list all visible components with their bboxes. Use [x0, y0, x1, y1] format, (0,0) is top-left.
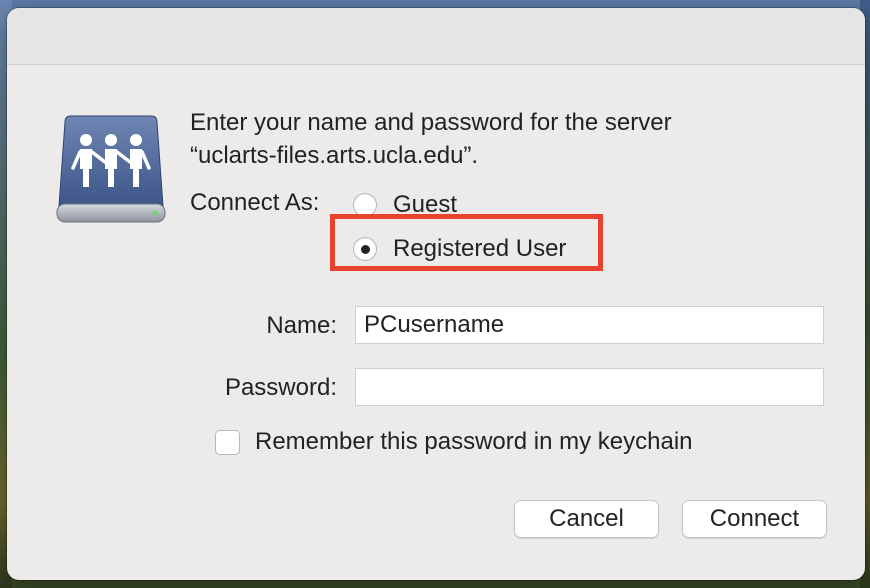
name-label: Name:: [266, 312, 337, 339]
remember-password-checkbox[interactable]: [215, 429, 240, 455]
server-prompt: Enter your name and password for the ser…: [190, 106, 830, 172]
connect-to-server-dialog: Enter your name and password for the ser…: [7, 8, 865, 580]
remember-password-option[interactable]: Remember this password in my keychain: [215, 428, 693, 456]
connect-button[interactable]: Connect: [682, 500, 827, 538]
password-label: Password:: [224, 374, 337, 401]
dialog-titlebar: [7, 8, 865, 65]
cancel-button[interactable]: Cancel: [514, 500, 659, 538]
highlight-annotation-box: [330, 214, 603, 271]
shared-server-drive-icon: [53, 110, 169, 226]
remember-password-label[interactable]: Remember this password in my keychain: [255, 428, 693, 456]
name-field[interactable]: [355, 306, 824, 344]
prompt-server-name: “uclarts-files.arts.ucla.edu”.: [190, 142, 479, 169]
connect-as-label: Connect As:: [190, 189, 320, 216]
password-field[interactable]: [355, 368, 824, 406]
prompt-line-1: Enter your name and password for the ser…: [190, 109, 672, 136]
